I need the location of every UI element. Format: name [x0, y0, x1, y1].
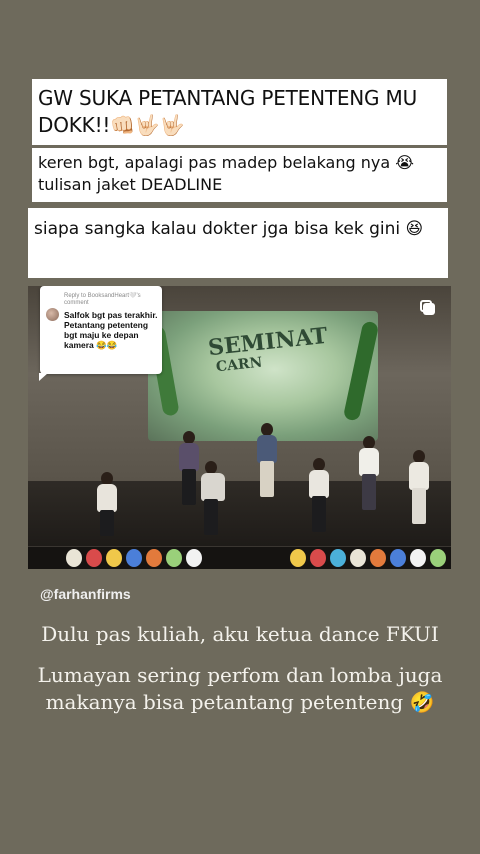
caption-second: keren bgt, apalagi pas madep belakang ny… — [32, 148, 447, 202]
stage-floor — [28, 481, 451, 546]
multiple-posts-icon — [420, 300, 435, 315]
screen-text-line1: SEMINAT — [206, 322, 329, 362]
caption-first: GW SUKA PETANTANG PETENTENG MU DOKK!!👊🏻🤟… — [32, 79, 447, 145]
reply-comment-card[interactable]: Reply to BooksandHeart🤍's comment Salfok… — [39, 286, 162, 381]
video-thumbnail[interactable]: SEMINAT CARN Reply to BooksandHeart🤍's c… — [28, 286, 451, 569]
reply-body: Salfok bgt pas terakhir. Petantang peten… — [64, 310, 158, 351]
username-handle[interactable]: @farhanfirms — [40, 586, 131, 602]
balloon-row — [28, 547, 451, 569]
avatar — [46, 308, 59, 321]
caption-third-text: siapa sangka kalau dokter jga bisa kek g… — [34, 219, 424, 239]
caption-third: siapa sangka kalau dokter jga bisa kek g… — [28, 208, 448, 278]
story-text-line2: Lumayan sering perfom dan lomba juga mak… — [0, 662, 480, 716]
caption-first-text: GW SUKA PETANTANG PETENTENG MU DOKK!!👊🏻🤟… — [38, 86, 418, 137]
caption-second-text: keren bgt, apalagi pas madep belakang ny… — [38, 153, 414, 194]
story-text-line2-content: Lumayan sering perfom dan lomba juga mak… — [37, 663, 443, 714]
story-text-line1: Dulu pas kuliah, aku ketua dance FKUI — [41, 622, 439, 646]
projector-screen: SEMINAT CARN — [148, 311, 378, 441]
reply-header: Reply to BooksandHeart🤍's comment — [64, 293, 141, 307]
screen-text-line2: CARN — [215, 354, 264, 376]
